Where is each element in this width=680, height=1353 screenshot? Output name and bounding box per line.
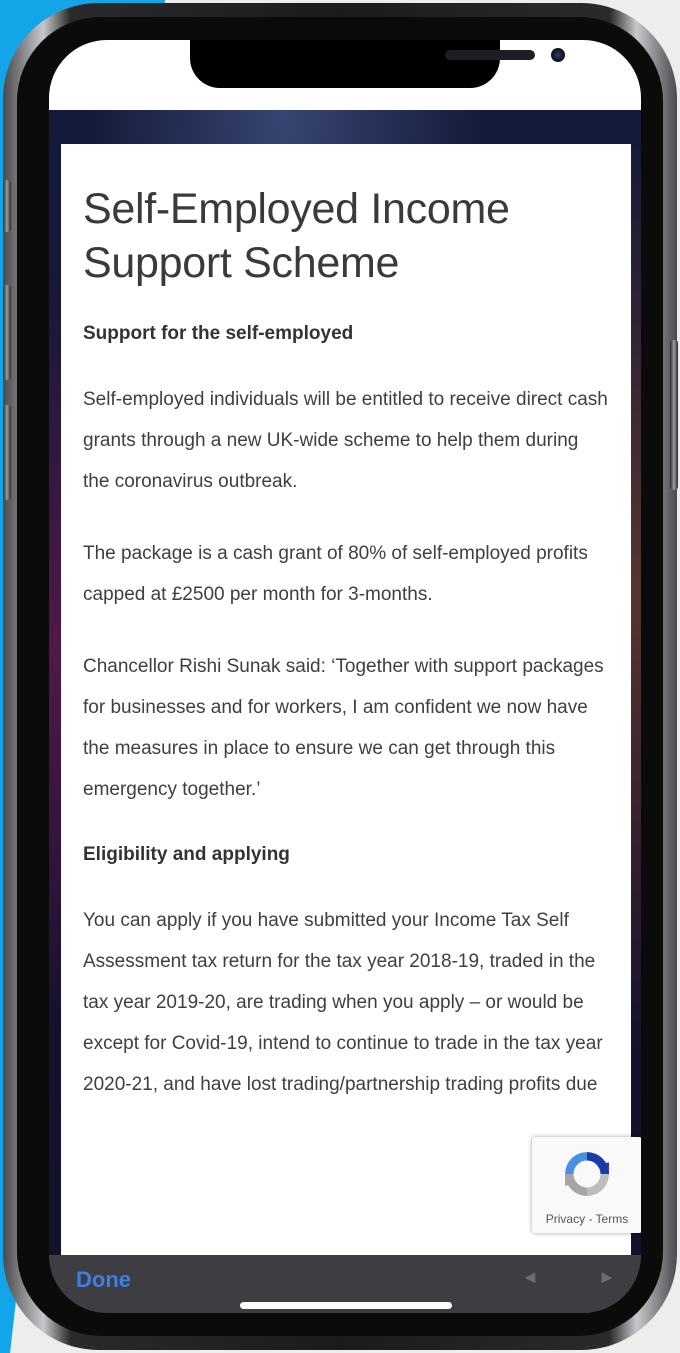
page-title: Self-Employed Income Support Scheme	[83, 185, 510, 287]
paragraph-quote: Chancellor Rishi Sunak said: ‘Together w…	[83, 656, 604, 800]
recaptcha-links[interactable]: Privacy - Terms	[532, 1212, 641, 1226]
stage: Self-Employed Income Support Scheme Supp…	[0, 0, 680, 1353]
previous-arrow-icon[interactable]: ◄	[521, 1267, 539, 1288]
article-card[interactable]: Self-Employed Income Support Scheme Supp…	[61, 144, 631, 1255]
volume-down-button	[3, 405, 11, 500]
recaptcha-badge[interactable]: Privacy - Terms	[532, 1137, 641, 1233]
notch	[190, 40, 565, 88]
article-content: Self-Employed Income Support Scheme Supp…	[61, 144, 631, 1105]
phone-screen: Self-Employed Income Support Scheme Supp…	[49, 40, 641, 1313]
section-heading-support: Support for the self-employed	[83, 323, 354, 344]
volume-up-button	[3, 285, 11, 380]
recaptcha-icon	[565, 1152, 609, 1196]
mute-switch	[3, 180, 11, 232]
paragraph-package: The package is a cash grant of 80% of se…	[83, 543, 588, 605]
paragraph-intro: Self-employed individuals will be entitl…	[83, 389, 608, 492]
next-arrow-icon[interactable]: ►	[598, 1267, 616, 1288]
power-button	[670, 340, 678, 490]
front-camera	[551, 48, 565, 62]
speaker-grille	[445, 50, 535, 60]
done-button[interactable]: Done	[76, 1267, 131, 1293]
section-heading-eligibility: Eligibility and applying	[83, 844, 290, 865]
home-indicator[interactable]	[240, 1302, 452, 1309]
paragraph-eligibility: You can apply if you have submitted your…	[83, 910, 603, 1095]
